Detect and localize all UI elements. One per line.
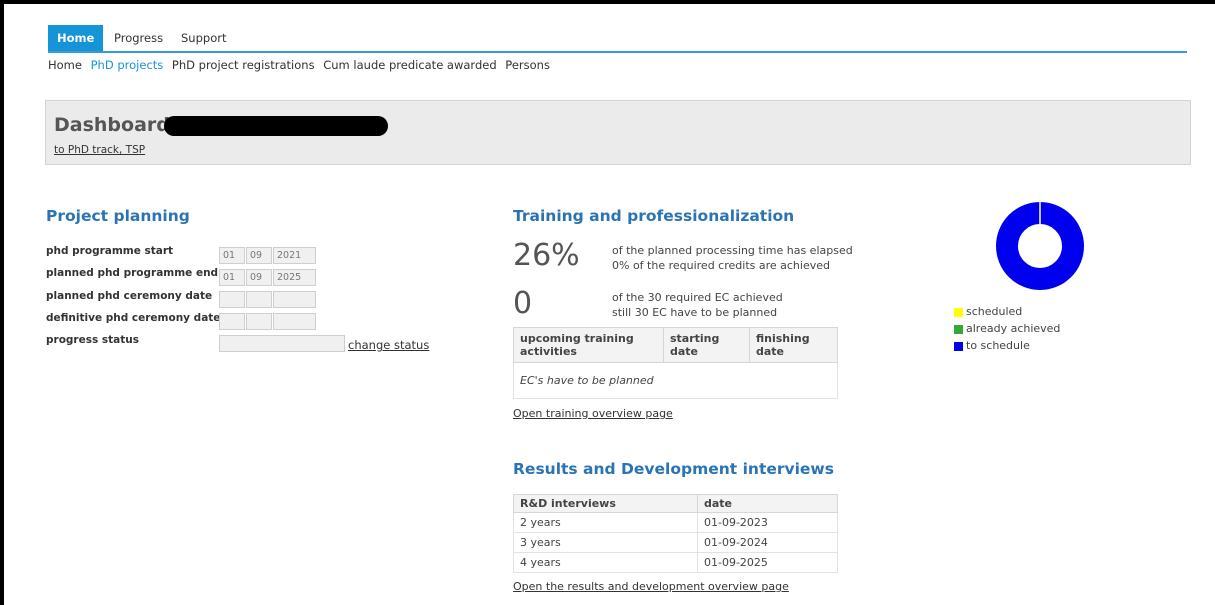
ec-achieved-count: 0 <box>513 286 533 321</box>
phd-track-link[interactable]: to PhD track, TSP <box>54 144 145 156</box>
legend-swatch-scheduled <box>954 307 963 317</box>
rd-overview-link[interactable]: Open the results and development overvie… <box>513 580 789 593</box>
rd-interviews-table: R&D interviews date 2 years 01-09-2023 3… <box>513 494 838 573</box>
rd-row-name: 2 years <box>513 512 698 533</box>
change-status-link[interactable]: change status <box>348 338 429 352</box>
table-row: 2 years 01-09-2023 <box>513 512 838 533</box>
ec-achieved-text: of the 30 required EC achieved <box>612 291 783 304</box>
rd-row-name: 3 years <box>513 532 698 553</box>
label-progress-status: progress status <box>46 334 139 346</box>
label-programme-start: phd programme start <box>46 245 174 257</box>
label-definitive-ceremony: definitive phd ceremony date <box>46 312 221 324</box>
rd-row-date: 01-09-2025 <box>697 552 838 573</box>
rd-row-date: 01-09-2024 <box>697 532 838 553</box>
definitive-ceremony-day-field[interactable] <box>219 313 245 330</box>
start-month-field[interactable]: 09 <box>246 247 272 264</box>
col-finishing-date: finishing date <box>749 327 838 363</box>
elapsed-text: of the planned processing time has elaps… <box>612 244 853 257</box>
page-title: Dashboard <box>54 114 170 136</box>
legend-item-scheduled: scheduled <box>954 303 1060 320</box>
legend-item-achieved: already achieved <box>954 320 1060 337</box>
start-year-field[interactable]: 2021 <box>273 247 316 264</box>
rd-interviews-title: Results and Development interviews <box>513 460 834 478</box>
definitive-ceremony-month-field[interactable] <box>246 313 272 330</box>
label-planned-ceremony: planned phd ceremony date <box>46 290 213 302</box>
col-starting-date: starting date <box>663 327 750 363</box>
col-upcoming-training: upcoming training activities <box>513 327 664 363</box>
table-row: 3 years 01-09-2024 <box>513 532 838 553</box>
ec-donut-chart <box>996 202 1084 290</box>
subnav-item-phd-project-registrations[interactable]: PhD project registrations <box>172 58 315 72</box>
tab-support[interactable]: Support <box>172 25 235 51</box>
tab-home[interactable]: Home <box>48 25 104 51</box>
credits-percent-text: 0% of the required credits are achieved <box>612 259 830 272</box>
rd-row-name: 4 years <box>513 552 698 573</box>
training-overview-link[interactable]: Open training overview page <box>513 407 673 420</box>
end-day-field[interactable]: 01 <box>219 269 245 286</box>
label-programme-end: planned phd programme end <box>46 267 219 279</box>
subnav-item-phd-projects[interactable]: PhD projects <box>91 58 164 72</box>
training-table: upcoming training activities starting da… <box>513 327 838 399</box>
project-planning-title: Project planning <box>46 207 190 225</box>
planned-ceremony-year-field[interactable] <box>273 291 316 308</box>
elapsed-percent: 26% <box>513 238 580 273</box>
definitive-ceremony-year-field[interactable] <box>273 313 316 330</box>
window-frame-left <box>0 0 4 605</box>
redaction-mark <box>164 116 388 136</box>
legend-swatch-achieved <box>954 324 963 334</box>
training-title: Training and professionalization <box>513 207 795 225</box>
start-day-field[interactable]: 01 <box>219 247 245 264</box>
tab-progress[interactable]: Progress <box>105 25 172 51</box>
legend-item-to-schedule: to schedule <box>954 337 1060 354</box>
progress-status-field[interactable] <box>219 335 345 352</box>
subnav-item-cum-laude[interactable]: Cum laude predicate awarded <box>323 58 496 72</box>
top-nav: Home Progress Support <box>48 25 1187 53</box>
planned-ceremony-month-field[interactable] <box>246 291 272 308</box>
window-frame-top <box>0 0 1215 4</box>
subnav-item-persons[interactable]: Persons <box>505 58 550 72</box>
legend-swatch-to-schedule <box>954 341 963 351</box>
rd-row-date: 01-09-2023 <box>697 512 838 533</box>
end-month-field[interactable]: 09 <box>246 269 272 286</box>
end-year-field[interactable]: 2025 <box>273 269 316 286</box>
table-row: 4 years 01-09-2025 <box>513 552 838 573</box>
chart-legend: scheduled already achieved to schedule <box>954 303 1060 354</box>
sub-nav: Home PhD projects PhD project registrati… <box>48 58 555 76</box>
planned-ceremony-day-field[interactable] <box>219 291 245 308</box>
ec-planned-text: still 30 EC have to be planned <box>612 306 778 319</box>
subnav-item-home[interactable]: Home <box>48 58 82 72</box>
col-rd-interviews: R&D interviews <box>513 494 698 513</box>
training-empty-row: EC's have to be planned <box>513 362 838 399</box>
col-rd-date: date <box>697 494 838 513</box>
